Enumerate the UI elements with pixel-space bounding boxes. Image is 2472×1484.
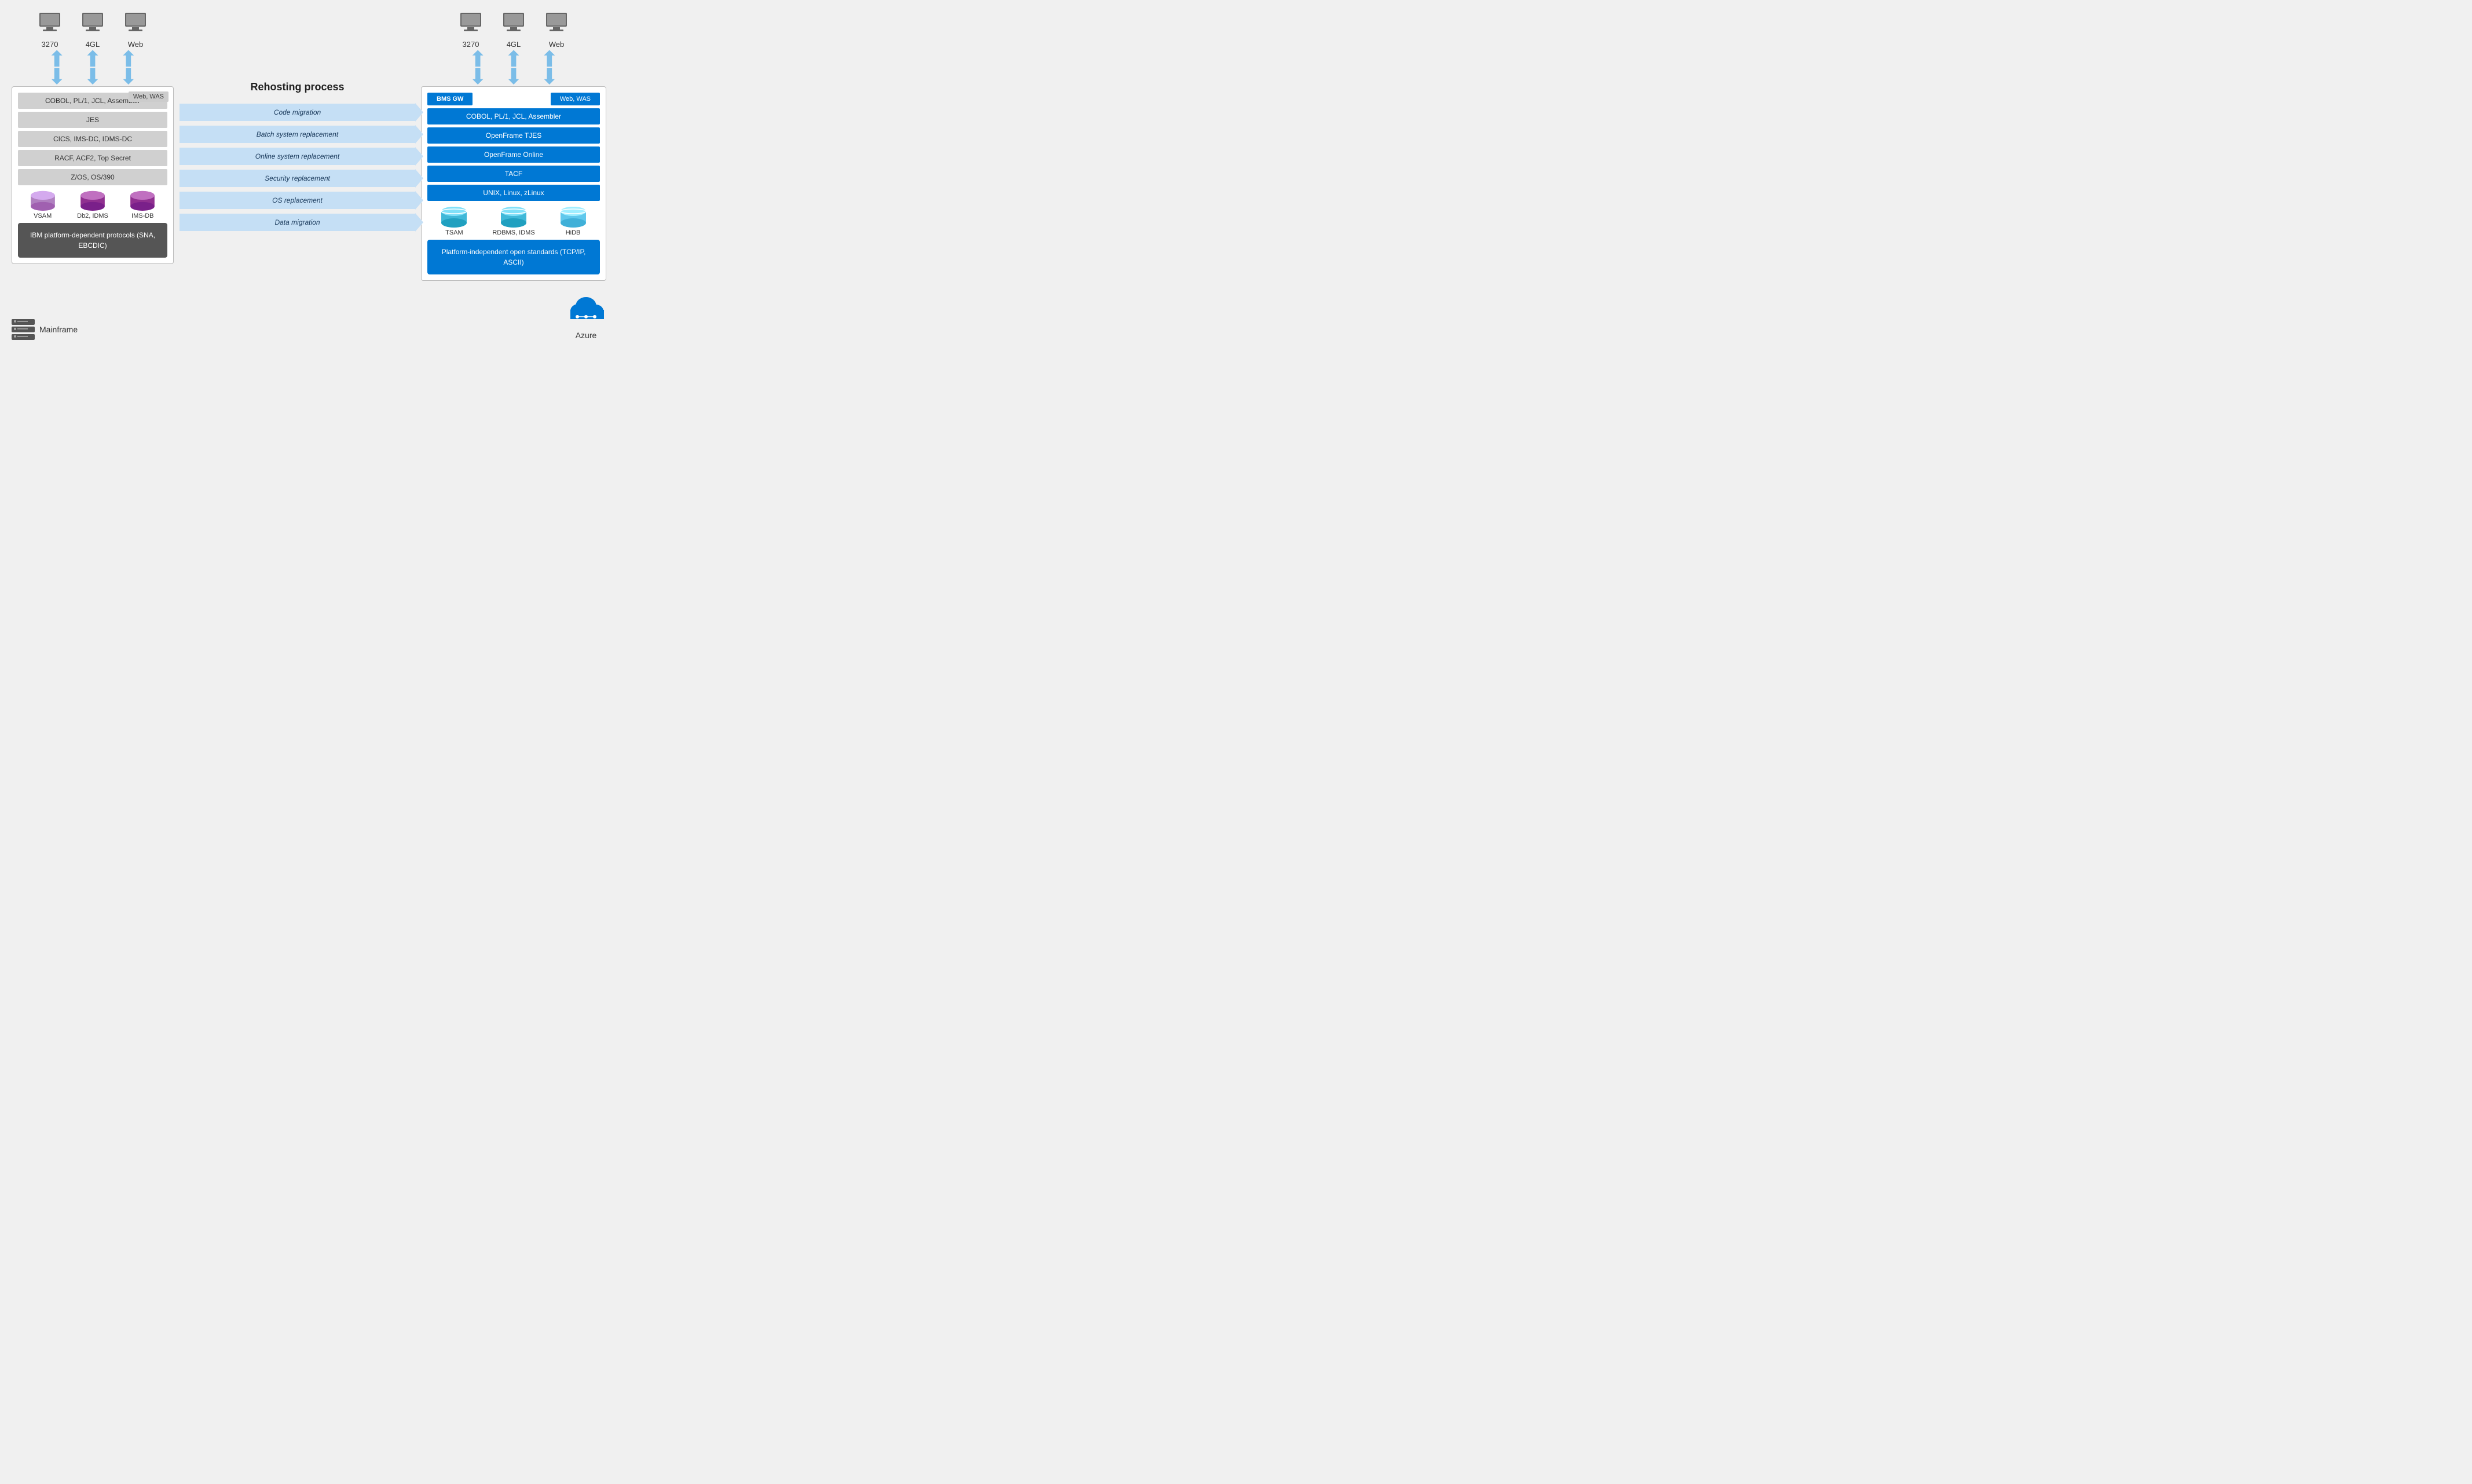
left-section: 3270 4GL [12, 12, 174, 264]
process-row-0: Code migration [180, 104, 415, 121]
server-rack-1 [12, 319, 35, 325]
right-arrow-col-2: ⬆ ⬇ [504, 51, 523, 86]
left-terminal-web: Web [123, 12, 148, 49]
process-label-2: Online system replacement [180, 148, 415, 165]
mainframe-label: Mainframe [12, 319, 78, 340]
left-arrow-col-2: ⬆ ⬇ [83, 51, 102, 86]
arrow-down-3: ⬇ [119, 68, 138, 86]
right-db-label-tsam: TSAM [445, 229, 463, 236]
left-arrow-col-1: ⬆ ⬇ [47, 51, 66, 86]
right-bar-tacf: TACF [427, 166, 600, 182]
process-label-3: Security replacement [180, 170, 415, 187]
right-terminal-3270: 3270 [458, 12, 484, 49]
left-db-imsdb: IMS-DB [127, 190, 158, 219]
right-db-hidb: HiDB [558, 206, 589, 236]
process-row-3: Security replacement [180, 170, 415, 187]
left-platform-box: IBM platform-dependent protocols (SNA, E… [18, 223, 167, 258]
main-container: 3270 4GL [12, 12, 606, 281]
left-db-label-vsam: VSAM [34, 212, 52, 219]
left-db-vsam: VSAM [28, 190, 58, 219]
bms-gw-badge: BMS GW [427, 93, 473, 105]
left-bar-racf: RACF, ACF2, Top Secret [18, 150, 167, 166]
monitor-icon-left-1 [37, 12, 63, 38]
right-terminal-web: Web [544, 12, 569, 49]
right-databases-row: TSAM RDBMS, IDMS [427, 206, 600, 236]
azure-text: Azure [576, 331, 597, 340]
monitor-icon-right-2 [501, 12, 526, 38]
server-rack-3 [12, 334, 35, 340]
left-bar-zos: Z/OS, OS/390 [18, 169, 167, 185]
process-label-0: Code migration [180, 104, 415, 121]
right-db-label-rdbms: RDBMS, IDMS [492, 229, 534, 236]
right-platform-box: Platform-independent open standards (TCP… [427, 240, 600, 274]
right-terminal-4gl: 4GL [501, 12, 526, 49]
right-arrows: ⬆ ⬇ ⬆ ⬇ ⬆ ⬇ [468, 51, 559, 86]
server-rack-2 [12, 327, 35, 332]
process-row-1: Batch system replacement [180, 126, 415, 143]
middle-section: Rehosting process Code migration Batch s… [174, 81, 421, 231]
right-section: 3270 4GL [421, 12, 606, 281]
right-arrow-down-2: ⬇ [504, 68, 523, 86]
right-bar-tjes: OpenFrame TJES [427, 127, 600, 144]
monitor-icon-right-3 [544, 12, 569, 38]
left-web-was-badge: Web, WAS [129, 91, 169, 102]
bottom-section: Mainframe Azure [12, 292, 606, 340]
right-bar-cobol: COBOL, PL/1, JCL, Assembler [427, 108, 600, 124]
right-terminals-row: 3270 4GL [458, 12, 569, 49]
left-bar-cics: CICS, IMS-DC, IDMS-DC [18, 131, 167, 147]
left-terminal-4gl: 4GL [80, 12, 105, 49]
right-arrow-down-3: ⬇ [540, 68, 559, 86]
right-bar-online: OpenFrame Online [427, 146, 600, 163]
mainframe-text: Mainframe [39, 325, 78, 334]
monitor-icon-left-2 [80, 12, 105, 38]
right-bar-unix: UNIX, Linux, zLinux [427, 185, 600, 201]
left-arrows: ⬆ ⬇ ⬆ ⬇ ⬆ ⬇ [47, 51, 138, 86]
process-label-5: Data migration [180, 214, 415, 231]
process-row-5: Data migration [180, 214, 415, 231]
left-bar-jes: JES [18, 112, 167, 128]
rehosting-title: Rehosting process [250, 81, 344, 93]
left-arrow-col-3: ⬆ ⬇ [119, 51, 138, 86]
arrow-down-2: ⬇ [83, 68, 102, 86]
arrow-down-1: ⬇ [47, 68, 66, 86]
left-db-db2: Db2, IDMS [77, 190, 108, 219]
monitor-icon-right-1 [458, 12, 484, 38]
right-db-label-hidb: HiDB [566, 229, 581, 236]
right-db-tsam: TSAM [438, 206, 470, 236]
left-db-label-db2: Db2, IDMS [77, 212, 108, 219]
process-row-4: OS replacement [180, 192, 415, 209]
left-db-label-imsdb: IMS-DB [131, 212, 154, 219]
left-terminal-3270: 3270 [37, 12, 63, 49]
process-label-1: Batch system replacement [180, 126, 415, 143]
process-rows: Code migration Batch system replacement … [180, 104, 415, 231]
monitor-icon-left-3 [123, 12, 148, 38]
server-icon [12, 319, 35, 340]
process-row-2: Online system replacement [180, 148, 415, 165]
cloud-icon [566, 292, 606, 328]
left-system-box: Web, WAS COBOL, PL/1, JCL, Assembler JES… [12, 86, 174, 264]
right-system-box: BMS GW Web, WAS COBOL, PL/1, JCL, Assemb… [421, 86, 606, 281]
left-terminals-row: 3270 4GL [37, 12, 148, 49]
left-databases-row: VSAM Db2, IDMS [18, 190, 167, 219]
right-web-was-badge: Web, WAS [551, 93, 600, 105]
azure-section: Azure [566, 292, 606, 340]
right-arrow-col-3: ⬆ ⬇ [540, 51, 559, 86]
right-arrow-col-1: ⬆ ⬇ [468, 51, 487, 86]
right-arrow-down-1: ⬇ [468, 68, 487, 86]
right-db-rdbms: RDBMS, IDMS [492, 206, 534, 236]
process-label-4: OS replacement [180, 192, 415, 209]
right-top-badges: BMS GW Web, WAS [427, 93, 600, 105]
